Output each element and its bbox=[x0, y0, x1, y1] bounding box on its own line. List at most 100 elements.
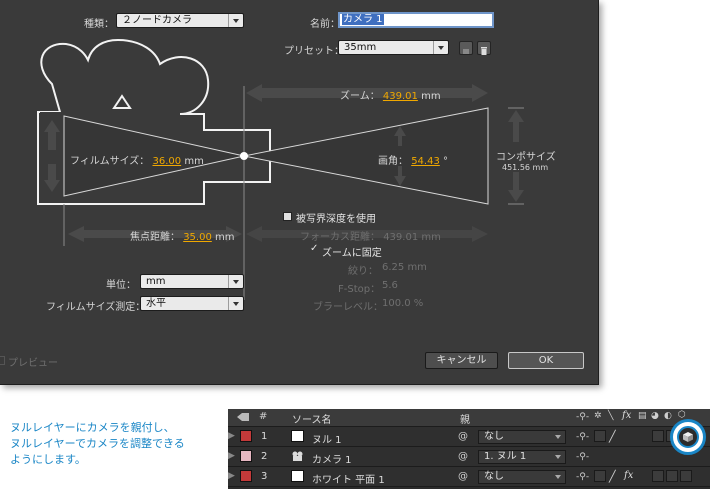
angle-value[interactable]: 54.43 bbox=[411, 156, 440, 167]
3d-cube-icon bbox=[683, 432, 693, 442]
3d-layer-switch[interactable] bbox=[677, 426, 699, 448]
quality-slash-icon[interactable]: ╱ bbox=[609, 430, 616, 443]
switch-box[interactable] bbox=[652, 430, 664, 442]
depth-of-field-label: 被写界深度を使用 bbox=[296, 214, 376, 225]
layer-name[interactable]: ヌル 1 bbox=[312, 431, 342, 446]
zoom-value[interactable]: 439.01 bbox=[383, 91, 418, 102]
switch-box[interactable] bbox=[666, 470, 678, 482]
chevron-down-icon bbox=[552, 452, 564, 462]
depth-of-field-checkbox[interactable] bbox=[283, 212, 292, 221]
units-select-value: mm bbox=[146, 276, 166, 287]
aperture-value: 6.25 mm bbox=[382, 262, 427, 273]
focal-length-readout: 焦点距離： 35.00 mm bbox=[130, 228, 235, 243]
zoom-label: ズーム： bbox=[340, 91, 380, 102]
layer-label-color[interactable] bbox=[240, 470, 252, 482]
fstop-value: 5.6 bbox=[382, 280, 398, 291]
units-select[interactable]: mm bbox=[140, 274, 244, 289]
expand-triangle-icon[interactable]: ▶ bbox=[228, 471, 235, 481]
parent-select-value: なし bbox=[484, 471, 504, 482]
zoom-unit: mm bbox=[421, 91, 441, 102]
aperture-label: 絞り： bbox=[348, 266, 378, 277]
layer-label-color[interactable] bbox=[240, 430, 252, 442]
parent-select[interactable]: なし bbox=[478, 430, 566, 444]
effects-switch-icon: fx bbox=[622, 410, 632, 421]
table-row[interactable]: ▶ 2 カメラ 1 @ 1. ヌル 1 -⚲- bbox=[228, 447, 710, 467]
layer-name[interactable]: カメラ 1 bbox=[312, 451, 352, 466]
focal-length-label: 焦点距離： bbox=[130, 232, 180, 243]
focal-length-unit: mm bbox=[215, 232, 235, 243]
parent-select[interactable]: なし bbox=[478, 470, 566, 484]
film-size-unit: mm bbox=[184, 156, 204, 167]
angle-unit: ° bbox=[443, 156, 449, 167]
comp-size-value: 451.56 mm bbox=[502, 163, 549, 172]
ok-button[interactable]: OK bbox=[508, 352, 584, 369]
angle-label: 画角： bbox=[378, 156, 408, 167]
motion-blur-switch-icon: ◕ bbox=[651, 411, 659, 421]
table-row[interactable]: ▶ 1 ヌル 1 @ なし -⚲- ╱ bbox=[228, 427, 710, 447]
layer-label-color[interactable] bbox=[240, 450, 252, 462]
focus-distance-label: フォーカス距離： bbox=[300, 232, 380, 243]
quality-slash-icon[interactable]: ╱ bbox=[609, 470, 616, 483]
lock-zoom-label: ズームに固定 bbox=[322, 248, 382, 259]
film-measure-select[interactable]: 水平 bbox=[140, 296, 244, 311]
label-tag-icon bbox=[237, 413, 249, 421]
caption-line: ようにします。 bbox=[10, 453, 86, 466]
preview-checkbox[interactable] bbox=[0, 356, 5, 365]
switch-box[interactable] bbox=[594, 470, 606, 482]
comp-size-label: コンポサイズ bbox=[496, 152, 556, 163]
layer-number: 3 bbox=[261, 471, 268, 482]
parent-select-value: 1. ヌル 1 bbox=[484, 451, 527, 462]
pick-whip-icon[interactable]: @ bbox=[458, 451, 468, 462]
chevron-down-icon bbox=[552, 432, 564, 442]
switch-box[interactable] bbox=[594, 430, 606, 442]
column-number-header: # bbox=[259, 411, 268, 422]
film-measure-label: フィルムサイズ測定： bbox=[46, 302, 146, 313]
film-measure-select-value: 水平 bbox=[146, 298, 166, 309]
frame-blend-switch-icon: ▤ bbox=[638, 411, 647, 421]
shy-switch-icon[interactable]: -⚲- bbox=[576, 452, 589, 462]
caption-line: ヌルレイヤーでカメラを調整できる bbox=[10, 437, 185, 450]
focus-distance-value: 439.01 mm bbox=[383, 232, 441, 243]
layer-number: 2 bbox=[261, 451, 268, 462]
timeline-header: # ソース名 親 -⚲- ✲ ╲ fx ▤ ◕ ◐ ⬡ bbox=[228, 409, 710, 427]
chevron-down-icon bbox=[228, 297, 243, 310]
pick-whip-icon[interactable]: @ bbox=[458, 471, 468, 482]
effects-switch-icon[interactable]: fx bbox=[624, 470, 633, 481]
blur-level-label: ブラーレベル： bbox=[313, 302, 383, 313]
shy-switch-icon[interactable]: -⚲- bbox=[576, 432, 589, 442]
film-size-value[interactable]: 36.00 bbox=[153, 156, 182, 167]
adjustment-layer-switch-icon: ◐ bbox=[664, 411, 672, 421]
3d-switch-highlight bbox=[670, 419, 706, 455]
shy-switch-icon: -⚲- bbox=[576, 412, 590, 422]
column-parent-header[interactable]: 親 bbox=[460, 411, 470, 426]
shy-switch-icon[interactable]: -⚲- bbox=[576, 472, 589, 482]
column-source-name-header[interactable]: ソース名 bbox=[292, 411, 332, 426]
layer-thumbnail bbox=[291, 430, 304, 442]
switch-box[interactable] bbox=[680, 470, 692, 482]
focus-distance-readout: フォーカス距離： 439.01 mm bbox=[300, 228, 441, 243]
layer-name[interactable]: ホワイト 平面 1 bbox=[312, 471, 385, 486]
preview-label: プレビュー bbox=[8, 358, 58, 369]
pick-whip-icon[interactable]: @ bbox=[458, 431, 468, 442]
switch-box[interactable] bbox=[652, 470, 664, 482]
parent-select[interactable]: 1. ヌル 1 bbox=[478, 450, 566, 464]
expand-triangle-icon[interactable]: ▶ bbox=[228, 451, 235, 461]
blur-level-value: 100.0 % bbox=[382, 298, 424, 309]
timeline-layer-panel: # ソース名 親 -⚲- ✲ ╲ fx ▤ ◕ ◐ ⬡ ▶ 1 ヌル 1 @ な… bbox=[228, 409, 710, 489]
table-row[interactable]: ▶ 3 ホワイト 平面 1 @ なし -⚲- ╱ fx bbox=[228, 467, 710, 487]
zoom-readout: ズーム： 439.01 mm bbox=[340, 87, 441, 102]
film-size-label: フィルムサイズ： bbox=[70, 156, 150, 167]
camera-diagram bbox=[37, 38, 524, 300]
camera-layer-icon bbox=[292, 451, 303, 461]
tutorial-caption: ヌルレイヤーにカメラを親付し、 ヌルレイヤーでカメラを調整できる ようにします。 bbox=[10, 420, 185, 468]
fstop-label: F-Stop： bbox=[338, 284, 381, 295]
units-label: 単位： bbox=[106, 280, 136, 291]
layer-number: 1 bbox=[261, 431, 268, 442]
angle-readout: 画角： 54.43 ° bbox=[378, 152, 448, 167]
collapse-switch-icon: ✲ bbox=[594, 411, 602, 421]
lock-zoom-checkmark-icon[interactable]: ✓ bbox=[310, 243, 318, 254]
expand-triangle-icon[interactable]: ▶ bbox=[228, 431, 235, 441]
chevron-down-icon bbox=[552, 472, 564, 482]
focal-length-value[interactable]: 35.00 bbox=[183, 232, 212, 243]
cancel-button[interactable]: キャンセル bbox=[425, 352, 498, 369]
